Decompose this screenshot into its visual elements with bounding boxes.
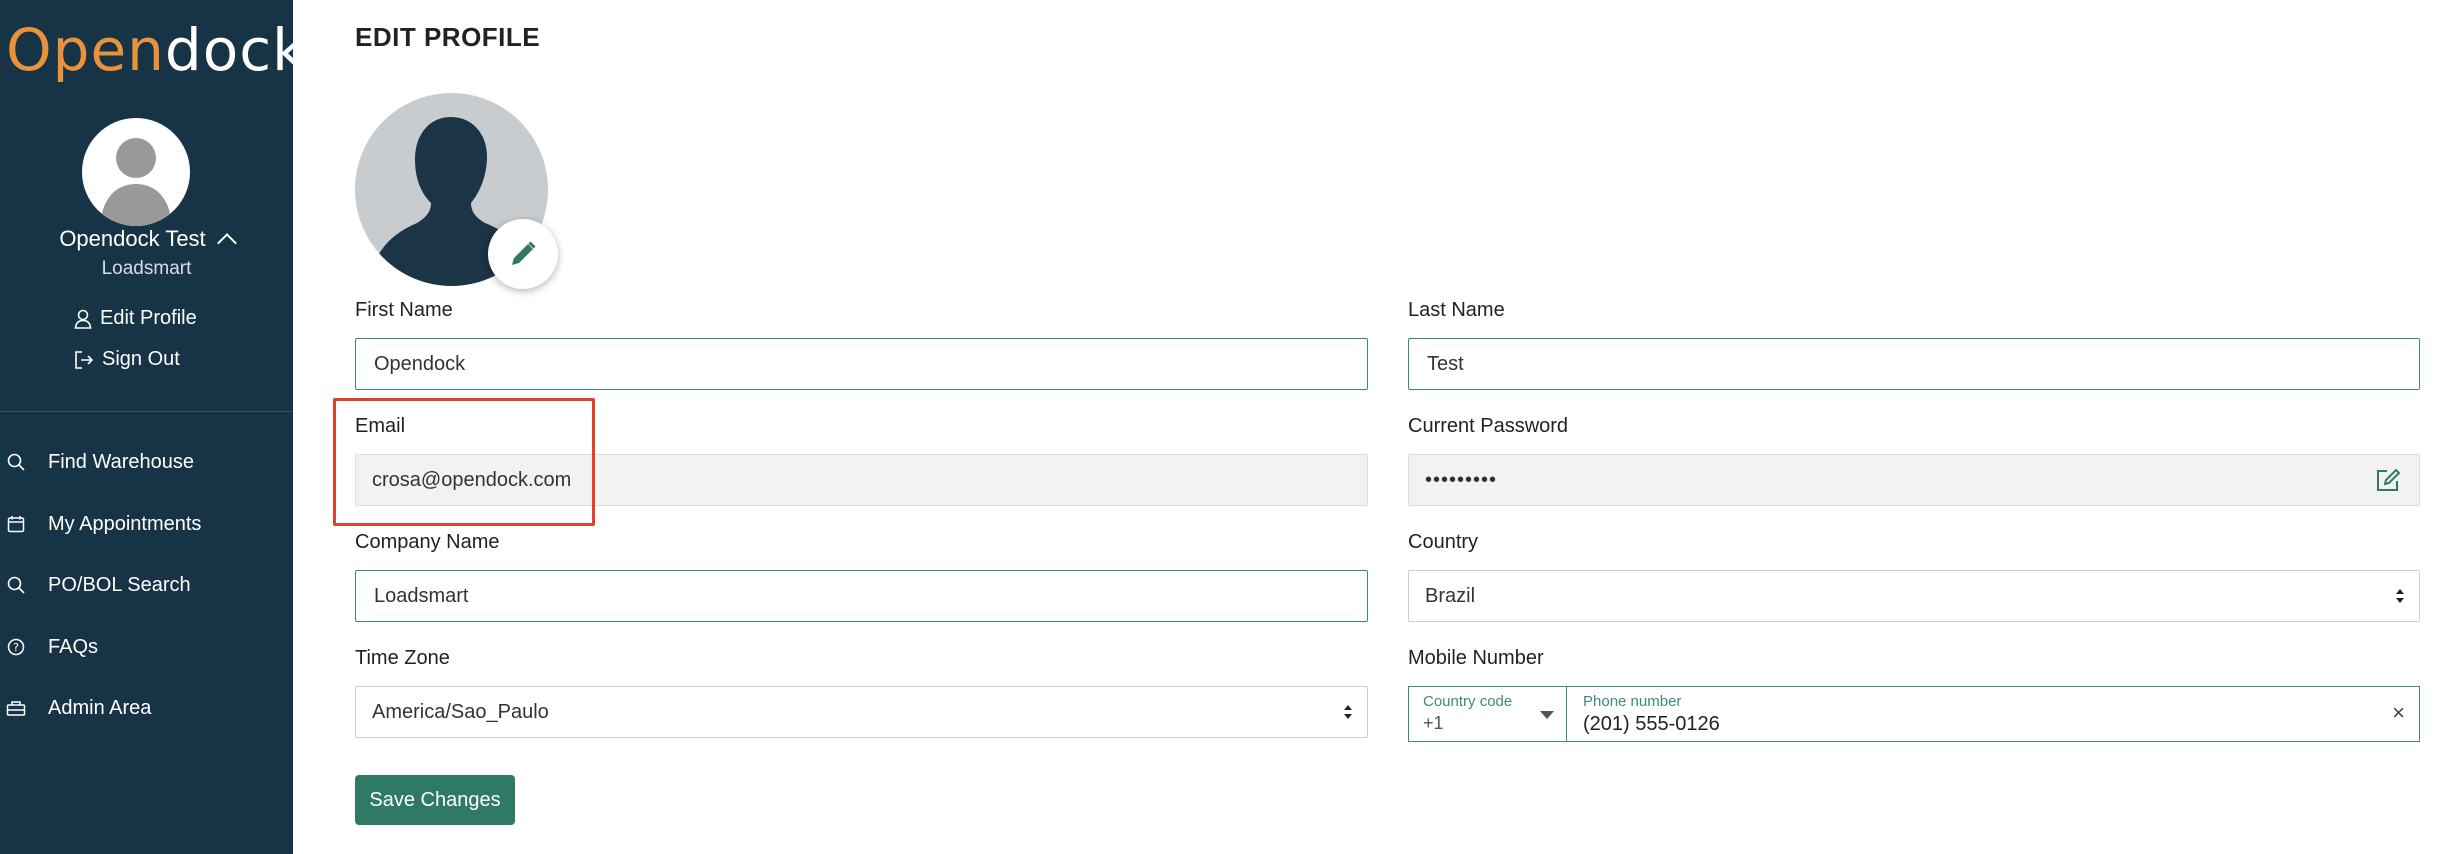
- select-arrows-icon: [1344, 705, 1352, 719]
- logo-text-dock: dock: [164, 16, 307, 84]
- country-code-label: Country code: [1423, 693, 1513, 710]
- company-name-input[interactable]: [372, 583, 1367, 609]
- svg-text:?: ?: [13, 641, 19, 654]
- search-icon: [6, 452, 26, 472]
- clear-icon[interactable]: ×: [2392, 702, 2405, 724]
- user-avatar[interactable]: [82, 118, 190, 226]
- sign-out-icon: [75, 350, 94, 369]
- country-value: Brazil: [1425, 584, 1476, 607]
- admin-icon: [6, 698, 26, 718]
- country-code-value: +1: [1423, 713, 1444, 733]
- sidebar-divider: [0, 411, 293, 412]
- nav-label: FAQs: [48, 635, 99, 658]
- time-zone-label: Time Zone: [355, 647, 450, 669]
- logo-text-open: Open: [6, 16, 165, 84]
- nav-label: Find Warehouse: [48, 450, 194, 473]
- country-code-select[interactable]: Country code +1: [1409, 687, 1567, 741]
- sign-out-label: Sign Out: [102, 348, 180, 370]
- first-name-label: First Name: [355, 299, 453, 321]
- calendar-icon: [6, 514, 26, 534]
- help-icon: ?: [6, 637, 26, 657]
- email-field: crosa@opendock.com: [355, 454, 1368, 506]
- time-zone-value: America/Sao_Paulo: [372, 700, 549, 723]
- nav-label: Admin Area: [48, 696, 152, 719]
- user-silhouette-icon: [100, 138, 172, 226]
- nav-item-find-warehouse[interactable]: Find Warehouse: [0, 438, 293, 486]
- nav-item-my-appointments[interactable]: My Appointments: [0, 500, 293, 548]
- user-organization: Loadsmart: [101, 258, 192, 279]
- nav-label: PO/BOL Search: [48, 573, 191, 596]
- edit-photo-button[interactable]: [488, 219, 558, 289]
- time-zone-select[interactable]: America/Sao_Paulo: [355, 686, 1368, 738]
- person-icon: [74, 309, 92, 329]
- opendock-logo[interactable]: Opendock®: [6, 16, 320, 84]
- country-label: Country: [1408, 531, 1479, 553]
- page-title: EDIT PROFILE: [355, 22, 541, 52]
- phone-number-input[interactable]: Phone number (201) 555-0126 ×: [1567, 687, 2419, 741]
- search-icon: [6, 575, 26, 595]
- user-name: Opendock Test: [59, 226, 206, 251]
- edit-profile-link[interactable]: Edit Profile: [74, 307, 197, 330]
- save-changes-button[interactable]: Save Changes: [355, 775, 515, 825]
- chevron-up-icon: [216, 233, 237, 253]
- sign-out-link[interactable]: Sign Out: [74, 348, 180, 371]
- email-value: crosa@opendock.com: [372, 468, 572, 491]
- nav-item-admin-area[interactable]: Admin Area: [0, 684, 293, 732]
- mobile-number-label: Mobile Number: [1408, 647, 1544, 669]
- country-select[interactable]: Brazil: [1408, 570, 2420, 622]
- logo-registered-mark: ®: [306, 59, 320, 73]
- last-name-input[interactable]: [1425, 351, 2419, 377]
- nav-item-faqs[interactable]: ? FAQs: [0, 623, 293, 671]
- user-menu-toggle[interactable]: Opendock Test: [0, 226, 293, 260]
- nav-item-po-bol-search[interactable]: PO/BOL Search: [0, 561, 293, 609]
- caret-down-icon: [1540, 711, 1554, 719]
- mobile-number-field: Country code +1 Phone number (201) 555-0…: [1408, 686, 2420, 742]
- current-password-label: Current Password: [1408, 415, 1569, 437]
- phone-number-value: (201) 555-0126: [1583, 713, 1720, 735]
- first-name-field[interactable]: [355, 338, 1368, 390]
- sidebar: Opendock® Opendock Test Loadsmart Edit P…: [0, 0, 319, 854]
- password-mask: •••••••••: [1425, 468, 1498, 491]
- nav-label: My Appointments: [48, 512, 202, 535]
- edit-profile-label: Edit Profile: [100, 307, 197, 329]
- company-name-label: Company Name: [355, 531, 500, 553]
- company-name-field[interactable]: [355, 570, 1368, 622]
- select-arrows-icon: [2396, 589, 2404, 603]
- phone-number-label: Phone number: [1583, 693, 1682, 710]
- last-name-field[interactable]: [1408, 338, 2420, 390]
- first-name-input[interactable]: [372, 351, 1367, 377]
- current-password-field: •••••••••: [1408, 454, 2420, 506]
- email-label: Email: [355, 415, 406, 437]
- last-name-label: Last Name: [1408, 299, 1505, 321]
- edit-square-icon[interactable]: [2375, 467, 2401, 493]
- pencil-icon: [512, 241, 536, 265]
